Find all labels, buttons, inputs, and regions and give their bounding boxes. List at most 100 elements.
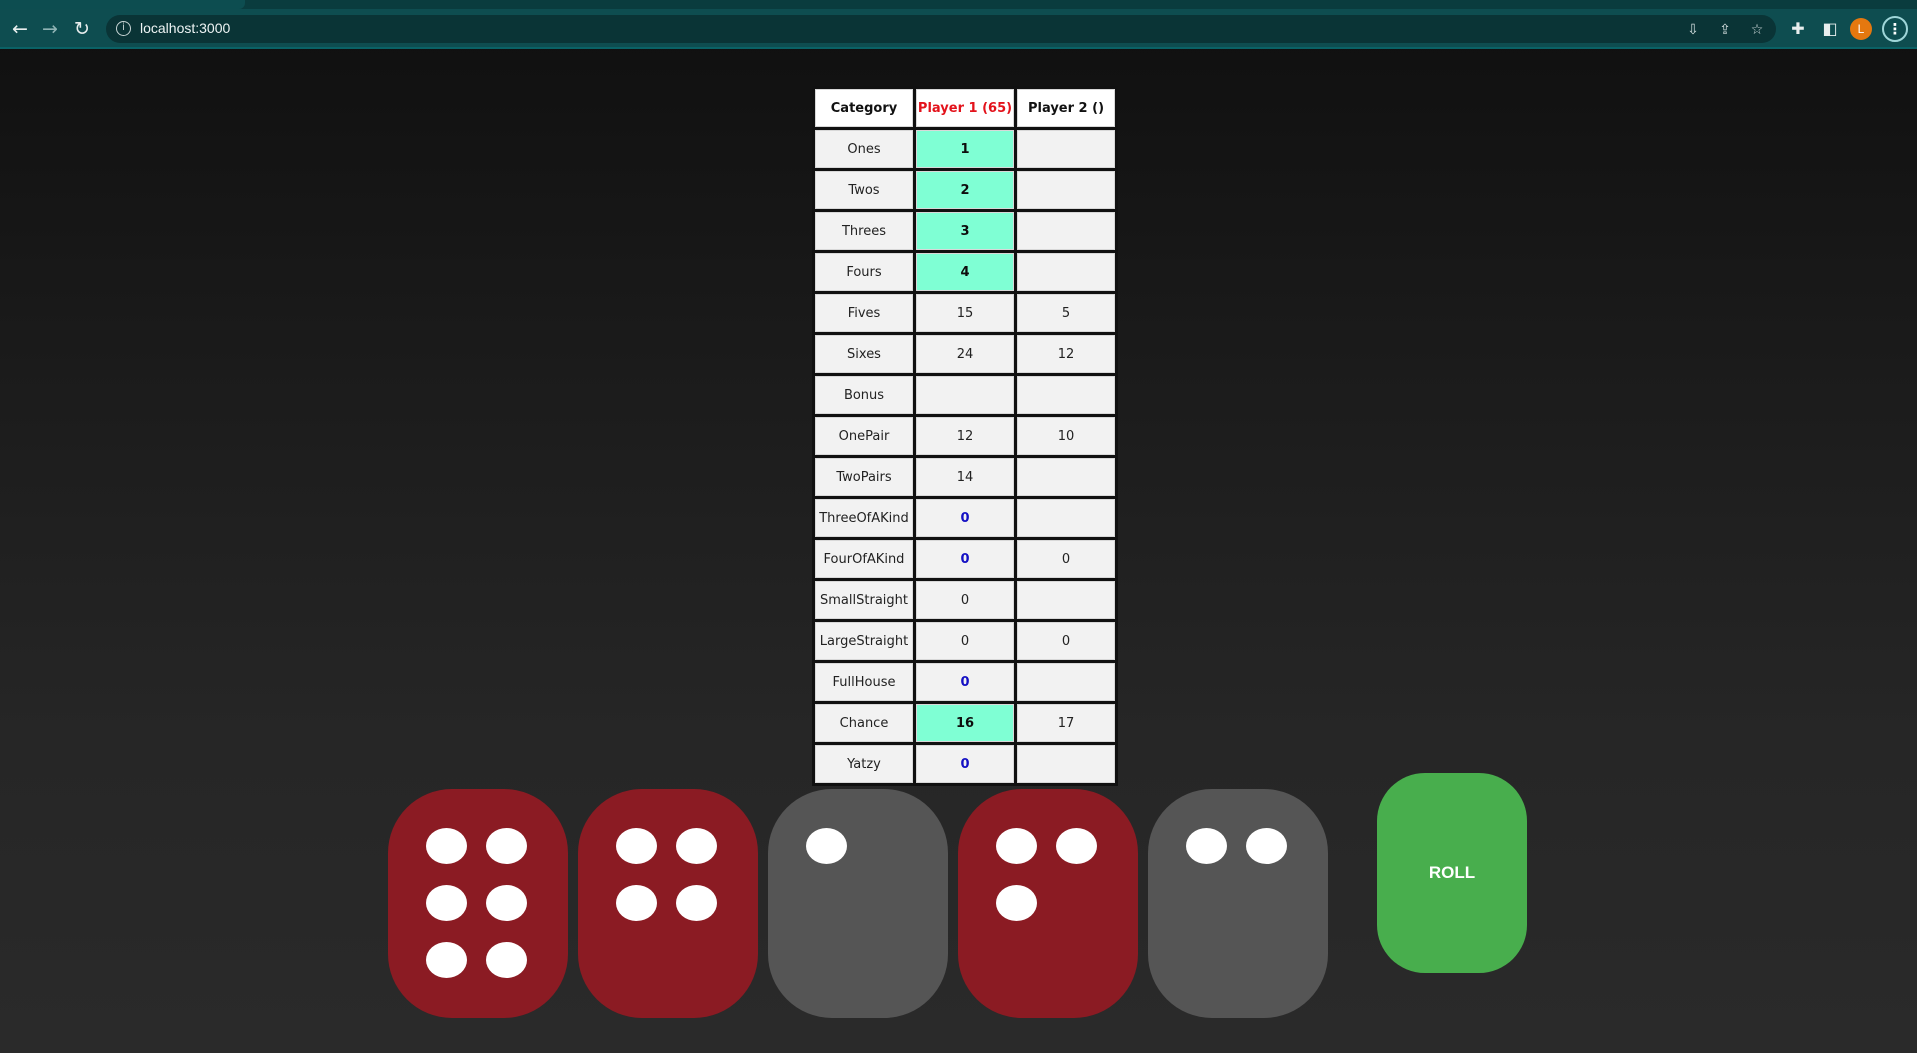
die-pip (486, 885, 527, 921)
player-2-score-cell[interactable]: 5 (1017, 294, 1115, 332)
forward-icon[interactable]: → (38, 17, 62, 41)
die-pip (676, 828, 717, 864)
category-cell: ThreeOfAKind (815, 499, 913, 537)
score-row: FullHouse 0 (815, 663, 1115, 701)
category-cell: Twos (815, 171, 913, 209)
player-2-score-cell[interactable] (1017, 499, 1115, 537)
player-1-score-cell[interactable]: 0 (916, 540, 1014, 578)
die[interactable] (768, 789, 948, 1018)
score-row: Fours 4 (815, 253, 1115, 291)
die-pip (616, 828, 657, 864)
player-1-score-cell[interactable]: 0 (916, 622, 1014, 660)
held-die[interactable] (578, 789, 758, 1018)
sidepanel-icon[interactable]: ◧ (1818, 17, 1842, 41)
player-2-score-cell[interactable] (1017, 253, 1115, 291)
player-2-header: Player 2 () (1017, 89, 1115, 127)
score-row: Ones 1 (815, 130, 1115, 168)
score-row: Bonus (815, 376, 1115, 414)
score-row: Threes 3 (815, 212, 1115, 250)
player-1-score-cell[interactable]: 16 (916, 704, 1014, 742)
player-1-score-cell[interactable]: 24 (916, 335, 1014, 373)
player-1-score-cell[interactable]: 0 (916, 581, 1014, 619)
player-1-header: Player 1 (65) (916, 89, 1014, 127)
category-cell: Fours (815, 253, 913, 291)
player-1-score-cell[interactable] (916, 376, 1014, 414)
category-cell: FourOfAKind (815, 540, 913, 578)
die-pip (426, 885, 467, 921)
category-cell: Chance (815, 704, 913, 742)
score-row: Sixes 24 12 (815, 335, 1115, 373)
category-cell: SmallStraight (815, 581, 913, 619)
roll-button[interactable]: ROLL (1377, 773, 1527, 973)
score-row: FourOfAKind 0 0 (815, 540, 1115, 578)
menu-icon[interactable]: ⋮ (1882, 16, 1908, 42)
player-1-score-cell[interactable]: 14 (916, 458, 1014, 496)
score-row: Twos 2 (815, 171, 1115, 209)
player-2-score-cell[interactable]: 0 (1017, 622, 1115, 660)
die-pip (426, 942, 467, 978)
extensions-icon[interactable]: ✚ (1786, 17, 1810, 41)
player-2-score-cell[interactable] (1017, 171, 1115, 209)
category-header: Category (815, 89, 913, 127)
player-2-score-cell[interactable] (1017, 581, 1115, 619)
die-pip (486, 942, 527, 978)
info-icon[interactable]: i (116, 21, 131, 36)
player-1-score-cell[interactable]: 12 (916, 417, 1014, 455)
die[interactable] (1148, 789, 1328, 1018)
die-pip (1186, 828, 1227, 864)
url-text[interactable]: localhost:3000 (140, 20, 230, 36)
player-2-score-cell[interactable]: 12 (1017, 335, 1115, 373)
category-cell: Ones (815, 130, 913, 168)
player-2-score-cell[interactable]: 10 (1017, 417, 1115, 455)
player-2-score-cell[interactable] (1017, 458, 1115, 496)
player-2-score-cell[interactable] (1017, 745, 1115, 783)
back-icon[interactable]: ← (8, 17, 32, 41)
score-table: Category Player 1 (65) Player 2 () Ones 1… (812, 86, 1118, 786)
player-1-score-cell[interactable]: 1 (916, 130, 1014, 168)
category-cell: Bonus (815, 376, 913, 414)
browser-toolbar: ← → ↻ i localhost:3000 ⇩ ⇪ ☆ ✚ ◧ L ⋮ (0, 9, 1917, 49)
player-1-score-cell[interactable]: 15 (916, 294, 1014, 332)
die-pip (1246, 828, 1287, 864)
player-2-score-cell[interactable] (1017, 130, 1115, 168)
category-cell: Fives (815, 294, 913, 332)
player-2-score-cell[interactable] (1017, 663, 1115, 701)
reload-icon[interactable]: ↻ (70, 17, 94, 41)
category-cell: Threes (815, 212, 913, 250)
held-die[interactable] (958, 789, 1138, 1018)
player-2-score-cell[interactable]: 17 (1017, 704, 1115, 742)
score-row: TwoPairs 14 (815, 458, 1115, 496)
player-2-score-cell[interactable] (1017, 376, 1115, 414)
star-icon[interactable]: ☆ (1747, 20, 1767, 40)
player-1-score-cell[interactable]: 4 (916, 253, 1014, 291)
held-die[interactable] (388, 789, 568, 1018)
die-pip (676, 885, 717, 921)
header-row: Category Player 1 (65) Player 2 () (815, 89, 1115, 127)
die-pip (996, 885, 1037, 921)
player-1-score-cell[interactable]: 3 (916, 212, 1014, 250)
category-cell: Yatzy (815, 745, 913, 783)
score-row: SmallStraight 0 (815, 581, 1115, 619)
player-1-score-cell[interactable]: 0 (916, 663, 1014, 701)
install-icon[interactable]: ⇩ (1683, 20, 1703, 40)
player-1-score-cell[interactable]: 0 (916, 745, 1014, 783)
die-pip (486, 828, 527, 864)
die-pip (1056, 828, 1097, 864)
category-cell: Sixes (815, 335, 913, 373)
avatar[interactable]: L (1850, 18, 1872, 40)
address-bar[interactable]: i localhost:3000 ⇩ ⇪ ☆ (106, 15, 1776, 43)
player-2-score-cell[interactable]: 0 (1017, 540, 1115, 578)
player-1-score-cell[interactable]: 2 (916, 171, 1014, 209)
player-1-score-cell[interactable]: 0 (916, 499, 1014, 537)
die-pip (996, 828, 1037, 864)
category-cell: TwoPairs (815, 458, 913, 496)
score-row: Yatzy 0 (815, 745, 1115, 783)
category-cell: OnePair (815, 417, 913, 455)
share-icon[interactable]: ⇪ (1715, 20, 1735, 40)
player-2-score-cell[interactable] (1017, 212, 1115, 250)
die-pip (426, 828, 467, 864)
active-tab[interactable] (0, 0, 245, 9)
score-row: ThreeOfAKind 0 (815, 499, 1115, 537)
die-pip (616, 885, 657, 921)
score-row: OnePair 12 10 (815, 417, 1115, 455)
